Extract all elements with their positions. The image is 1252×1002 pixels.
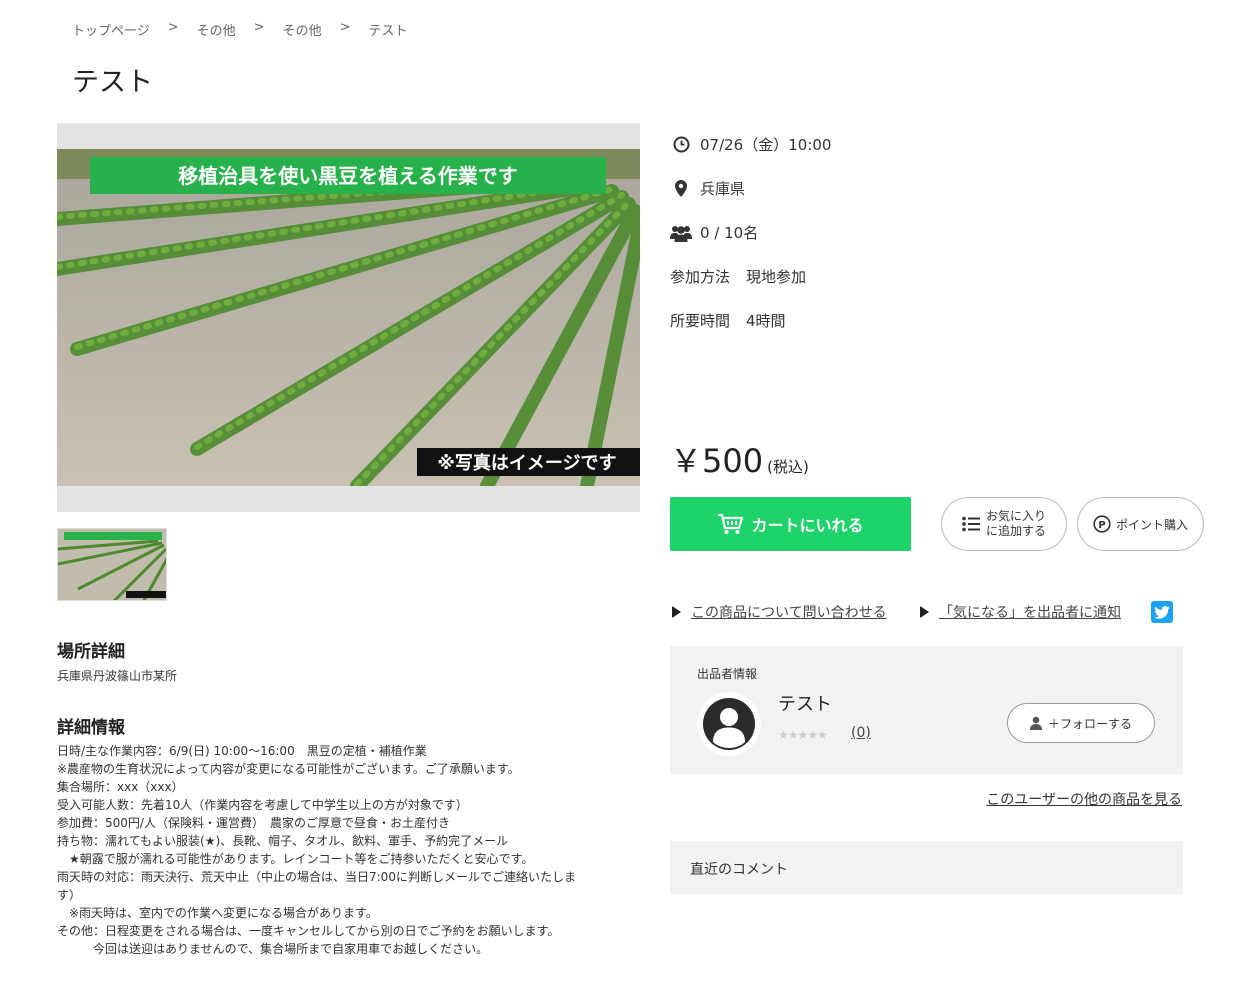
list-icon (962, 516, 980, 532)
detail-line: 参加費：500円/人（保険料・運営費） 農家のご厚意で昼食・お土産付き (57, 816, 450, 830)
user-icon (1029, 716, 1042, 730)
recent-comments-heading: 直近のコメント (690, 862, 788, 878)
image-banner-text: 移植治具を使い黒豆を植える作業です (178, 164, 517, 188)
duration-value: 4時間 (746, 312, 786, 330)
image-thumbnail[interactable] (57, 528, 167, 601)
breadcrumb-separator: > (339, 20, 351, 35)
price-amount: ￥500 (670, 442, 764, 480)
place-text: 兵庫県丹波篠山市某所 (57, 669, 178, 683)
main-product-image[interactable]: 移植治具を使い黒豆を植える作業です ※写真はイメージです (57, 149, 640, 486)
breadcrumb-item-current: テスト (368, 24, 408, 39)
recent-comments-panel: 直近のコメント (670, 841, 1183, 894)
duration-label: 所要時間 (670, 312, 731, 330)
notify-link-row: 「気になる」を出品者に通知 (920, 602, 1121, 622)
participation-method: 参加方法 現地参加 (670, 266, 806, 287)
review-count-link[interactable]: (0) (851, 725, 871, 741)
detail-line: す） (57, 888, 82, 902)
datetime-text: 07/26（金）10:00 (700, 136, 832, 154)
breadcrumb-item-top[interactable]: トップページ (72, 20, 150, 39)
notify-seller-link[interactable]: 「気になる」を出品者に通知 (939, 602, 1121, 622)
price: ￥500 (税込) (670, 436, 809, 482)
detail-line: 雨天時の対応：雨天決行、荒天中止（中止の場合は、当日7:00に判断しメールでご連… (57, 870, 576, 884)
favorite-label-line1: お気に入り (985, 509, 1046, 523)
method-value: 現地参加 (746, 268, 807, 286)
add-to-favorites-button[interactable]: お気に入り に追加する (941, 497, 1067, 551)
detail-line: ★朝露で服が濡れる可能性があります。レインコート等をご持参いただくと安心です。 (57, 852, 534, 866)
event-datetime: 07/26（金）10:00 (670, 134, 831, 155)
event-location: 兵庫県 (670, 178, 745, 199)
detail-line: 今回は送迎はありませんので、集合場所まで自家用車でお越しください。 (57, 942, 489, 956)
detail-line: その他：日程変更をされる場合は、一度キャンセルしてから別の日でご予約をお願いしま… (57, 924, 560, 938)
inquiry-link[interactable]: この商品について問い合わせる (691, 602, 887, 622)
breadcrumb-separator: > (253, 20, 265, 35)
detail-line: 受入可能人数：先着10人（作業内容を考慮して中学生以上の方が対象です） (57, 798, 468, 812)
image-caption-text: ※写真はイメージです (437, 452, 616, 474)
main-image-frame: 移植治具を使い黒豆を植える作業です ※写真はイメージです (57, 123, 640, 512)
detail-line: ※雨天時は、室内での作業へ変更になる場合があります。 (57, 906, 378, 920)
add-to-cart-label: カートにいれる (751, 516, 864, 535)
detail-line: 日時/主な作業内容：6/9(日) 10:00〜16:00 黒豆の定植・補植作業 (57, 744, 427, 758)
follow-button[interactable]: ＋フォローする (1007, 703, 1155, 743)
triangle-right-icon (672, 606, 681, 618)
detail-heading: 詳細情報 (57, 718, 125, 738)
point-purchase-button[interactable]: P ポイント購入 (1077, 497, 1204, 551)
capacity-text: 0 / 10名 (700, 224, 759, 242)
triangle-right-icon (920, 606, 929, 618)
other-items-link[interactable]: このユーザーの他の商品を見る (986, 789, 1182, 809)
favorite-label-line2: に追加する (985, 524, 1046, 538)
detail-body: 日時/主な作業内容：6/9(日) 10:00〜16:00 黒豆の定植・補植作業 … (57, 742, 627, 958)
detail-line: 持ち物：濡れてもよい服装(★)、長靴、帽子、タオル、飲料、軍手、予約完了メール (57, 834, 509, 848)
event-capacity: 0 / 10名 (670, 222, 758, 243)
breadcrumb-item-category[interactable]: その他 (197, 20, 236, 39)
rating-stars: ★★★★★ (778, 728, 828, 742)
duration: 所要時間 4時間 (670, 310, 786, 331)
breadcrumb-separator: > (167, 20, 179, 35)
location-text: 兵庫県 (700, 180, 746, 198)
add-to-cart-button[interactable]: カートにいれる (670, 497, 911, 551)
seller-info-panel: 出品者情報 テスト ★★★★★ (0) ＋フォローする (670, 646, 1183, 774)
breadcrumb-item-subcategory[interactable]: その他 (283, 20, 322, 39)
breadcrumb: トップページ > その他 > その他 > テスト (72, 20, 408, 39)
inquiry-link-row: この商品について問い合わせる (672, 602, 887, 622)
map-pin-icon (670, 179, 692, 199)
seller-name[interactable]: テスト (778, 690, 832, 716)
detail-line: ※農産物の生育状況によって内容が変更になる可能性がございます。ご了承願います。 (57, 762, 520, 776)
cart-icon (718, 513, 744, 534)
avatar[interactable] (697, 692, 761, 756)
place-heading: 場所詳細 (57, 642, 125, 662)
point-icon: P (1093, 515, 1111, 533)
detail-line: 集合場所：xxx（xxx） (57, 780, 184, 794)
follow-label: ＋フォローする (1047, 716, 1132, 731)
method-label: 参加方法 (670, 268, 731, 286)
point-purchase-label: ポイント購入 (1115, 517, 1188, 532)
clock-icon (670, 135, 692, 155)
price-tax-label: (税込) (767, 458, 809, 476)
users-icon (670, 223, 692, 243)
page-title: テスト (72, 67, 153, 98)
svg-text:P: P (1098, 520, 1105, 531)
twitter-share-icon[interactable] (1151, 601, 1173, 623)
seller-info-label: 出品者情報 (697, 667, 758, 681)
